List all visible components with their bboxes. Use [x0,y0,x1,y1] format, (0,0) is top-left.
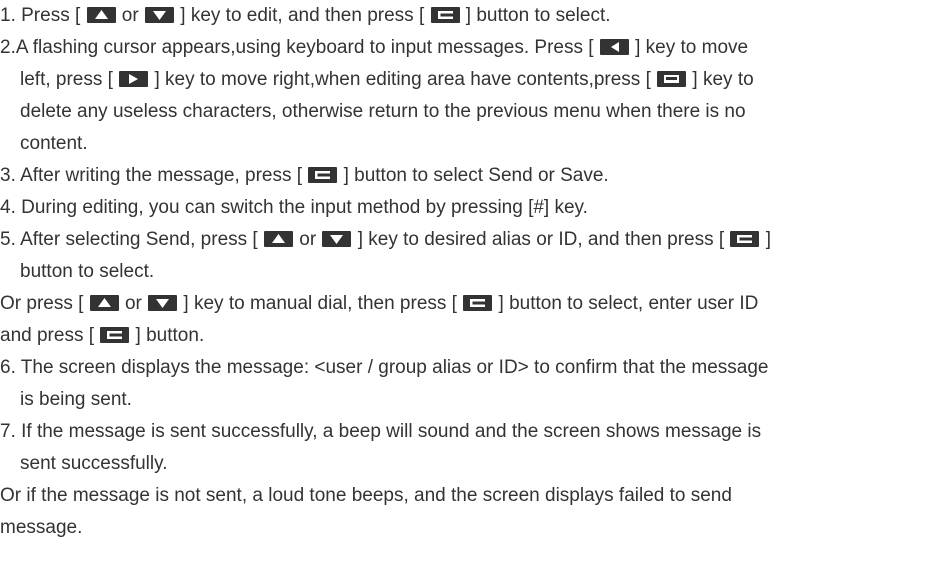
step-2-line-1: 2.A flashing cursor appears,using keyboa… [0,32,748,64]
up-key-icon [89,295,119,311]
step-2-line-3: delete any useless characters, otherwise… [20,101,746,122]
alt-5-text-e: ] button. [130,325,205,346]
alt-7-line-2: message. [0,517,83,538]
delete-key-icon [657,71,687,87]
step-5-line-1: 5. After selecting Send, press [ or ] ke… [0,224,771,256]
step-7-line-2: sent successfully. [20,453,168,474]
step-5-text-a: 5. After selecting Send, press [ [0,229,263,250]
up-key-icon [86,7,116,23]
alt-5-text-b: ] key to manual dial, then press [ [178,293,463,314]
step-3-text-b: ] button to select Send or Save. [338,165,609,186]
step-1-or: or [116,5,144,26]
step-2-text-b: ] key to move [629,37,749,58]
right-key-icon [119,71,149,87]
step-2-line-2: left, press [ ] key to move right,when e… [20,64,754,96]
step-2-text-a: 2.A flashing cursor appears,using keyboa… [0,37,599,58]
step-5-or: or [293,229,322,250]
step-4-line: 4. During editing, you can switch the in… [0,197,588,218]
menu-key-icon [100,327,130,343]
left-key-icon [599,39,629,55]
instruction-document: 1. Press [ or ] key to edit, and then pr… [0,0,948,581]
down-key-icon [148,295,178,311]
alt-5-or: or [119,293,148,314]
alt-5-text-c: ] button to select, enter user ID [493,293,759,314]
alt-7-line-1: Or if the message is not sent, a loud to… [0,485,732,506]
step-5-text-c: ] [760,229,772,250]
step-3-text-a: 3. After writing the message, press [ [0,165,308,186]
step-3-line: 3. After writing the message, press [ ] … [0,160,609,192]
down-key-icon [322,231,352,247]
step-1-text-a: 1. Press [ [0,5,86,26]
up-key-icon [263,231,293,247]
step-5-line-2: button to select. [20,261,155,282]
alt-5-line-1: Or press [ or ] key to manual dial, then… [0,288,758,320]
step-2-text-e: ] key to [687,69,754,90]
menu-key-icon [463,295,493,311]
step-1-text-c: ] button to select. [460,5,611,26]
alt-5-text-d: and press [ [0,325,100,346]
step-2-line-4: content. [20,133,88,154]
step-6-line-2: is being sent. [20,389,132,410]
step-7-line-1: 7. If the message is sent successfully, … [0,421,762,442]
step-2-text-d: ] key to move right,when editing area ha… [149,69,657,90]
step-2-text-c: left, press [ [20,69,119,90]
down-key-icon [144,7,174,23]
step-1-text-b: ] key to edit, and then press [ [174,5,430,26]
alt-5-line-2: and press [ ] button. [0,320,204,352]
step-5-text-b: ] key to desired alias or ID, and then p… [352,229,730,250]
step-6-line-1: 6. The screen displays the message: <use… [0,357,769,378]
menu-key-icon [730,231,760,247]
step-1-line: 1. Press [ or ] key to edit, and then pr… [0,0,611,32]
alt-5-text-a: Or press [ [0,293,89,314]
menu-key-icon [308,167,338,183]
menu-key-icon [430,7,460,23]
